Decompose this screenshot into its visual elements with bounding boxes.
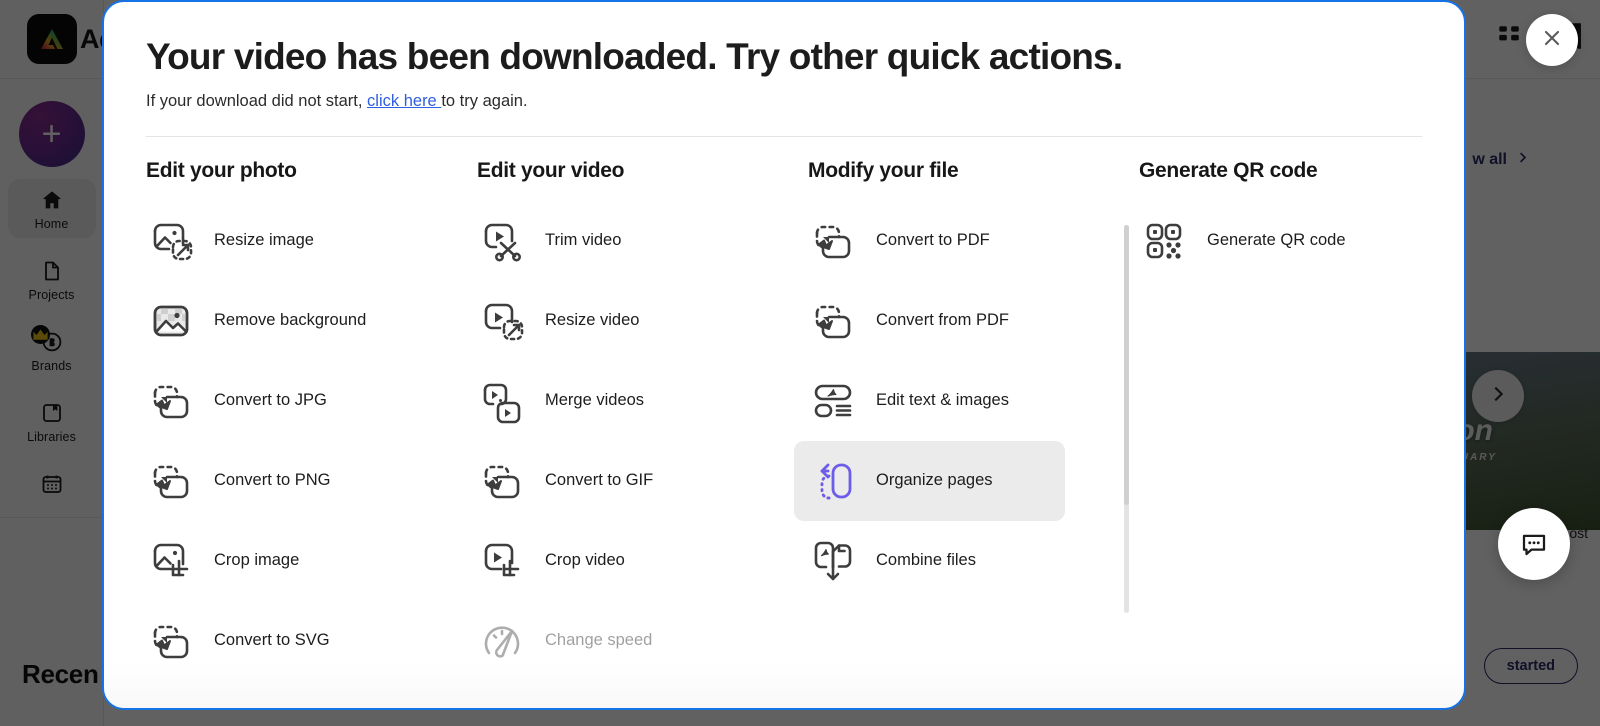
header-divider <box>146 135 1422 137</box>
action-label: Crop video <box>545 551 625 570</box>
remove-background-icon <box>146 296 196 346</box>
resize-image-icon <box>146 216 196 266</box>
action-convert-to-png[interactable]: Convert to PNG <box>132 441 403 521</box>
edit-pdf-text-icon <box>808 376 858 426</box>
crop-video-icon <box>477 536 527 586</box>
column-edit-your-photo: Edit your photo Resize image Remove back… <box>146 159 477 681</box>
close-modal-button[interactable] <box>1526 14 1578 66</box>
action-label: Resize video <box>545 311 640 330</box>
download-retry-text-before: If your download did not start, <box>146 91 368 110</box>
convert-file-icon <box>808 216 858 266</box>
action-label: Resize image <box>214 231 314 250</box>
crop-image-icon <box>146 536 196 586</box>
action-change-speed[interactable]: Change speed <box>463 601 734 681</box>
download-retry-text-after: to try again. <box>441 91 528 110</box>
action-trim-video[interactable]: Trim video <box>463 201 734 281</box>
action-label: Generate QR code <box>1207 231 1346 250</box>
action-label: Remove background <box>214 311 367 330</box>
action-label: Combine files <box>876 551 976 570</box>
action-convert-to-gif[interactable]: Convert to GIF <box>463 441 734 521</box>
combine-files-icon <box>808 536 858 586</box>
quick-actions-columns: Edit your photo Resize image Remove back… <box>146 159 1422 681</box>
convert-file-icon <box>477 456 527 506</box>
convert-file-icon <box>146 376 196 426</box>
download-retry-text: If your download did not start, click he… <box>146 92 1422 111</box>
column-modify-your-file: Modify your file Convert to PDF Convert … <box>794 158 1139 681</box>
column-generate-qr-code: Generate QR code Generate QR code <box>1139 158 1464 681</box>
merge-videos-icon <box>477 376 527 426</box>
action-combine-files[interactable]: Combine files <box>794 521 1065 601</box>
column-title-photo: Edit your photo <box>146 158 297 182</box>
action-organize-pages[interactable]: Organize pages <box>794 440 1065 521</box>
action-edit-text-and-images[interactable]: Edit text & images <box>794 361 1065 441</box>
close-icon <box>1540 26 1564 55</box>
click-here-link[interactable]: click here <box>367 92 441 110</box>
action-convert-to-pdf[interactable]: Convert to PDF <box>794 201 1065 281</box>
action-convert-to-jpg[interactable]: Convert to JPG <box>132 361 403 441</box>
column-title-video: Edit your video <box>477 158 625 182</box>
action-crop-video[interactable]: Crop video <box>463 521 734 601</box>
action-label: Convert from PDF <box>876 311 1009 330</box>
action-generate-qr-code[interactable]: Generate QR code <box>1125 201 1396 281</box>
action-label: Crop image <box>214 551 300 570</box>
trim-video-icon <box>477 216 527 266</box>
action-convert-from-pdf[interactable]: Convert from PDF <box>794 281 1065 361</box>
resize-video-icon <box>477 296 527 346</box>
action-resize-video[interactable]: Resize video <box>463 281 734 361</box>
quick-actions-modal: Your video has been downloaded. Try othe… <box>102 0 1466 710</box>
page-title: Your video has been downloaded. Try othe… <box>146 36 1123 77</box>
action-label: Organize pages <box>876 471 993 490</box>
convert-file-icon <box>146 456 196 506</box>
convert-file-icon <box>808 296 858 346</box>
action-label: Convert to PNG <box>214 471 331 490</box>
organize-pages-icon <box>808 456 858 506</box>
action-label: Merge videos <box>545 391 645 410</box>
action-label: Convert to GIF <box>545 471 654 490</box>
action-label: Trim video <box>545 231 622 250</box>
action-remove-background[interactable]: Remove background <box>132 281 403 361</box>
action-label: Change speed <box>545 631 653 650</box>
column-title-qr: Generate QR code <box>1139 158 1318 182</box>
action-label: Convert to JPG <box>214 391 327 410</box>
action-crop-image[interactable]: Crop image <box>132 521 403 601</box>
convert-file-icon <box>146 616 196 666</box>
qr-code-icon <box>1139 216 1189 266</box>
action-label: Convert to PDF <box>876 231 990 250</box>
action-merge-videos[interactable]: Merge videos <box>463 361 734 441</box>
action-label: Edit text & images <box>876 391 1009 410</box>
action-label: Convert to SVG <box>214 631 330 650</box>
speed-gauge-icon <box>477 616 527 666</box>
column-edit-your-video: Edit your video Trim video Resize video … <box>477 158 1129 681</box>
action-convert-to-svg[interactable]: Convert to SVG <box>132 601 403 681</box>
column-title-file: Modify your file <box>808 158 959 182</box>
chat-bubble-icon[interactable] <box>1498 508 1570 580</box>
action-resize-image[interactable]: Resize image <box>132 201 403 281</box>
